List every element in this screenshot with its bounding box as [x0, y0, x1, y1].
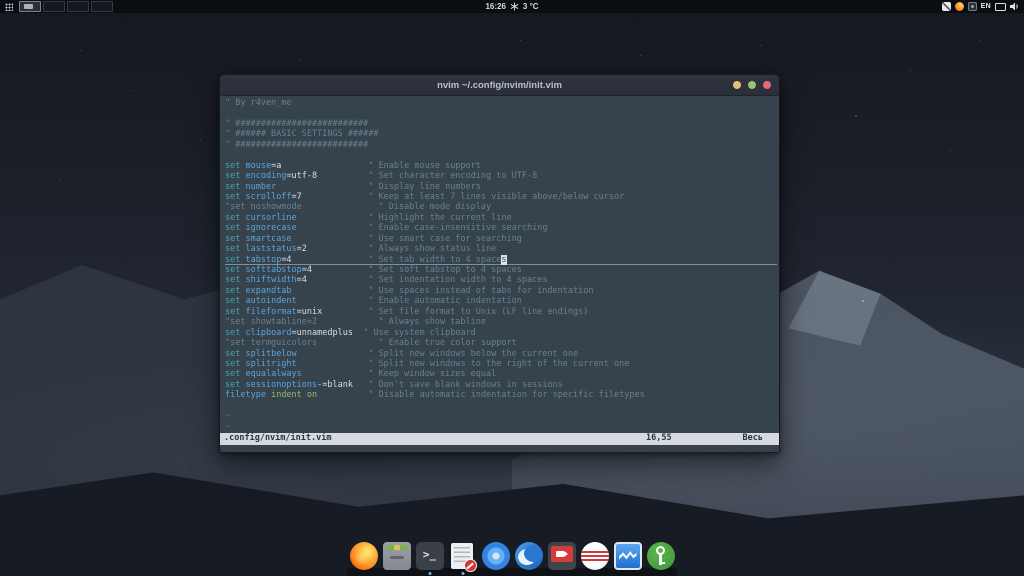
keyboard-layout-indicator[interactable]: EN	[981, 3, 991, 10]
dock-items	[350, 536, 675, 576]
editor-area[interactable]: " By r4ven_me " #########################…	[220, 96, 779, 453]
editor-cursor-line: set tabstop=4 " Set tab width to 4 space…	[225, 255, 777, 265]
maximize-button[interactable]	[748, 81, 756, 89]
keepassxc-icon[interactable]	[647, 542, 675, 570]
screenshot-icon[interactable]	[968, 2, 977, 11]
editor-line: filetype indent on " Disable automatic i…	[225, 390, 779, 400]
display-icon[interactable]	[995, 3, 1006, 11]
editor-line: " By r4ven_me	[225, 98, 779, 108]
firefox-icon-art	[350, 542, 378, 570]
editor-line: set mouse=a " Enable mouse support	[225, 161, 779, 171]
editor-lines: " By r4ven_me " #########################…	[225, 98, 779, 432]
terminal-icon-art	[416, 542, 444, 570]
volume-icon[interactable]	[1010, 2, 1020, 11]
recorder-icon[interactable]	[548, 542, 576, 570]
top-panel: 16:26 3 °C EN	[0, 0, 1024, 13]
editor-line: " ###### BASIC SETTINGS ######	[225, 129, 779, 139]
editor-line: set number " Display line numbers	[225, 182, 779, 192]
editor-line: set splitright " Split new windows to th…	[225, 359, 779, 369]
vim-statusline: .config/nvim/init.vim 16,55 Весь	[220, 433, 779, 445]
document-icon-art	[451, 543, 473, 569]
file-cabinet-icon[interactable]	[383, 542, 411, 570]
editor-line: set smartcase " Use smart case for searc…	[225, 234, 779, 244]
editor-line: "set showtabline=2 " Always show tabline	[225, 317, 779, 327]
thunderbird-icon-art	[515, 542, 543, 570]
statusline-cursor-position: 16,55	[646, 433, 672, 443]
ball-icon-art	[581, 542, 609, 570]
document-icon[interactable]	[449, 542, 477, 570]
statusline-scroll-indicator: Весь	[743, 433, 763, 443]
editor-line: set scrolloff=7 " Keep at least 7 lines …	[225, 192, 779, 202]
monitor-blue-icon[interactable]	[614, 542, 642, 570]
chromium-icon-art	[482, 542, 510, 570]
editor-line: set splitbelow " Split new windows below…	[225, 349, 779, 359]
desktop: 16:26 3 °C EN nvim ~/.config/nvim/init.v…	[0, 0, 1024, 576]
editor-line: set cursorline " Highlight the current l…	[225, 213, 779, 223]
weather-snowflake-icon	[510, 2, 519, 11]
terminal-window: nvim ~/.config/nvim/init.vim " By r4ven_…	[219, 74, 780, 453]
terminal-icon[interactable]	[416, 542, 444, 570]
notes-icon[interactable]	[942, 2, 951, 11]
editor-line: " ##########################	[225, 140, 779, 150]
editor-line	[225, 401, 779, 411]
system-tray: EN	[942, 0, 1020, 13]
editor-line: set softtabstop=4 " Set soft tabstop to …	[225, 265, 779, 275]
editor-line: ~	[225, 411, 779, 421]
minimize-button[interactable]	[733, 81, 741, 89]
file-cabinet-icon-art	[383, 542, 411, 570]
editor-line	[225, 150, 779, 160]
editor-line: set laststatus=2 " Always show status li…	[225, 244, 779, 254]
firefox-icon[interactable]	[350, 542, 378, 570]
editor-line: set equalalways " Keep window sizes equa…	[225, 369, 779, 379]
editor-line: ~	[225, 422, 779, 432]
dock	[0, 536, 1024, 576]
window-titlebar[interactable]: nvim ~/.config/nvim/init.vim	[220, 75, 779, 96]
editor-line: set ignorecase " Enable case-insensitive…	[225, 223, 779, 233]
editor-line: set shiftwidth=4 " Set indentation width…	[225, 275, 779, 285]
close-button[interactable]	[763, 81, 771, 89]
editor-line: set clipboard=unnamedplus " Use system c…	[225, 328, 779, 338]
editor-line: set fileformat=unix " Set file format to…	[225, 307, 779, 317]
vim-cursor: s	[501, 255, 506, 265]
editor-line: set sessionoptions-=blank " Don't save b…	[225, 380, 779, 390]
recorder-icon-art	[548, 542, 576, 570]
thunderbird-icon[interactable]	[515, 542, 543, 570]
temperature[interactable]: 3 °C	[523, 2, 539, 11]
editor-line: set encoding=utf-8 " Set character encod…	[225, 171, 779, 181]
firefox-tray-icon[interactable]	[955, 2, 964, 11]
editor-line: "set termguicolors " Enable true color s…	[225, 338, 779, 348]
editor-line: " ##########################	[225, 119, 779, 129]
editor-line: "set noshowmode " Disable mode display	[225, 202, 779, 212]
editor-line	[225, 108, 779, 118]
statusline-filename: .config/nvim/init.vim	[224, 433, 331, 443]
editor-line: set autoindent " Enable automatic indent…	[225, 296, 779, 306]
editor-line: set expandtab " Use spaces instead of ta…	[225, 286, 779, 296]
monitor-blue-icon-art	[614, 542, 642, 570]
clock[interactable]: 16:26	[485, 2, 505, 11]
keepassxc-icon-art	[647, 542, 675, 570]
ball-icon[interactable]	[581, 542, 609, 570]
window-title: nvim ~/.config/nvim/init.vim	[437, 80, 562, 91]
chromium-icon[interactable]	[482, 542, 510, 570]
